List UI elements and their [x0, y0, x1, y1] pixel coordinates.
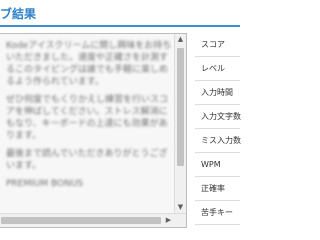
stat-row-wpm: WPM — [195, 153, 240, 177]
stats-list: スコア レベル 入力時間 入力文字数 ミス入力数 WPM 正確率 苦手キー — [195, 33, 241, 228]
stat-label: WPM — [201, 160, 221, 169]
stat-label: 苦手キー — [201, 208, 233, 217]
horizontal-scroll-thumb[interactable] — [1, 217, 161, 224]
vertical-scrollbar[interactable]: ▲ ▼ — [174, 34, 186, 213]
stat-row-weak-keys: 苦手キー — [195, 201, 240, 225]
scroll-up-arrow-icon[interactable]: ▲ — [175, 34, 186, 45]
passage-paragraph: ぜひ何度でもくりかえし練習を行いスコアを伸ばしてください。ストレス解消にもなり、… — [6, 95, 169, 141]
stat-label: レベル — [201, 64, 225, 73]
passage-paragraph: 最後まで読んでいただきありがとうございます。 — [6, 149, 168, 171]
stat-row-char-count: 入力文字数 — [195, 105, 241, 129]
header-divider — [0, 25, 240, 27]
stat-row-miss-count: ミス入力数 — [195, 129, 241, 153]
passage-paragraph: PREMIUM BONUS — [6, 179, 84, 189]
stat-label: ミス入力数 — [201, 136, 241, 145]
vertical-scroll-thumb[interactable] — [177, 48, 184, 166]
result-header: ブ結果 — [0, 0, 240, 27]
passage-text: Kodeアイスクリームに関し興味をお持ちいただきました。速度や正確さを計測するこ… — [6, 40, 172, 200]
passage-paragraph: Kodeアイスクリームに関し興味をお持ちいただきました。速度や正確さを計測するこ… — [6, 41, 172, 87]
scroll-down-arrow-icon[interactable]: ▼ — [175, 202, 186, 213]
page-title: ブ結果 — [0, 7, 37, 21]
stat-label: スコア — [201, 40, 225, 49]
stat-row-score: スコア — [195, 33, 240, 57]
stat-label: 正確率 — [201, 184, 225, 193]
passage-panel: Kodeアイスクリームに関し興味をお持ちいただきました。速度や正確さを計測するこ… — [0, 33, 187, 228]
stat-row-level: レベル — [195, 57, 240, 81]
stat-row-input-time: 入力時間 — [195, 81, 240, 105]
stat-label: 入力文字数 — [201, 112, 241, 121]
scroll-right-arrow-icon[interactable]: ▶ — [163, 214, 174, 227]
stat-label: 入力時間 — [201, 88, 233, 97]
horizontal-scrollbar[interactable]: ▶ — [0, 213, 186, 227]
stat-row-accuracy: 正確率 — [195, 177, 240, 201]
